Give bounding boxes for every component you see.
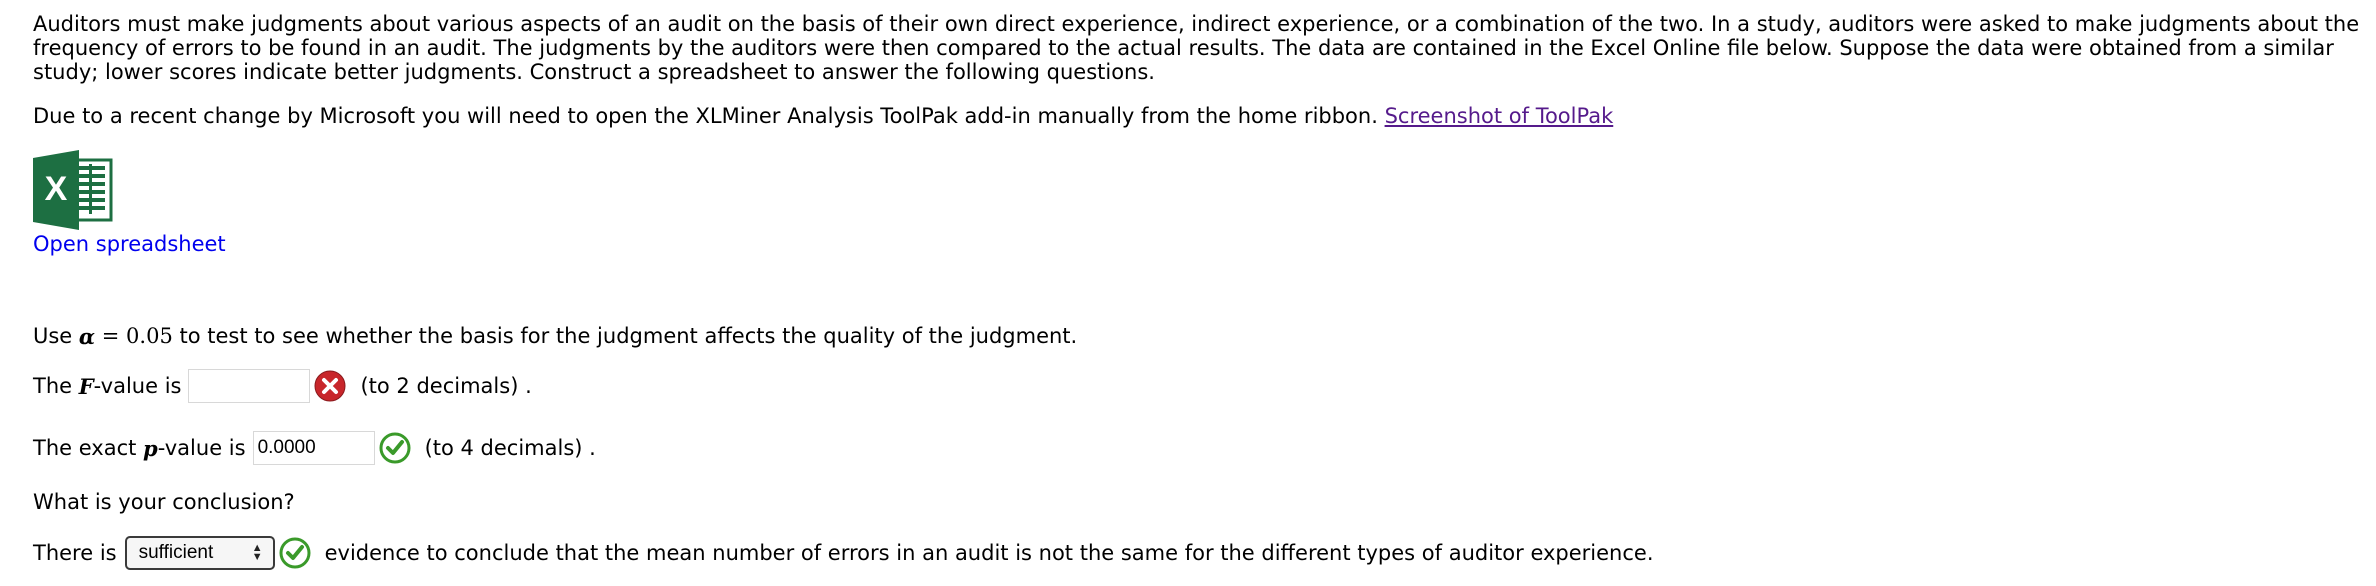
p-value-label: -value is: [157, 436, 246, 460]
select-arrows-icon: ▲ ▼: [251, 542, 263, 563]
alpha-symbol: α: [78, 323, 96, 349]
f-value-label: -value is: [93, 374, 182, 398]
toolpak-screenshot-link[interactable]: Screenshot of ToolPak: [1385, 104, 1614, 128]
conclusion-question: What is your conclusion?: [33, 485, 295, 519]
f-symbol: F: [78, 373, 94, 399]
evidence-select[interactable]: sufficient ▲ ▼: [124, 536, 275, 570]
alpha-prefix: Use: [33, 324, 79, 348]
toolpak-notice: Due to a recent change by Microsoft you …: [33, 103, 1613, 129]
f-value-note: (to 2 decimals) .: [360, 374, 532, 398]
evidence-select-value: sufficient: [138, 542, 214, 563]
alpha-equals: =: [95, 324, 127, 348]
f-value-prefix: The: [33, 374, 79, 398]
alpha-statement: Use α = 0.05 to test to see whether the …: [33, 319, 1077, 353]
error-x-icon: [314, 370, 346, 402]
svg-text:X: X: [45, 170, 68, 208]
toolpak-text: Due to a recent change by Microsoft you …: [33, 104, 1385, 128]
intro-paragraph: Auditors must make judgments about vario…: [33, 12, 2360, 84]
f-value-row: The F -value is (to 2 decimals) .: [33, 369, 532, 403]
conclusion-row: There is sufficient ▲ ▼ evidence to concl…: [33, 536, 1654, 570]
conclusion-suffix: evidence to conclude that the mean numbe…: [324, 541, 1654, 565]
p-value-note: (to 4 decimals) .: [424, 436, 596, 460]
p-value-row: The exact p -value is (to 4 decimals) .: [33, 431, 596, 465]
f-value-input[interactable]: [188, 369, 311, 403]
conclusion-prefix: There is: [33, 541, 117, 565]
p-value-prefix: The exact: [33, 436, 144, 460]
check-icon: [379, 432, 411, 464]
check-icon: [279, 537, 311, 569]
open-spreadsheet-link[interactable]: Open spreadsheet: [33, 230, 226, 258]
p-value-input[interactable]: [252, 431, 375, 465]
alpha-value: 0.05: [126, 324, 173, 348]
conclusion-question-text: What is your conclusion?: [33, 490, 295, 514]
excel-icon[interactable]: X: [33, 150, 115, 230]
alpha-suffix: to test to see whether the basis for the…: [172, 324, 1078, 348]
p-symbol: p: [143, 435, 158, 461]
